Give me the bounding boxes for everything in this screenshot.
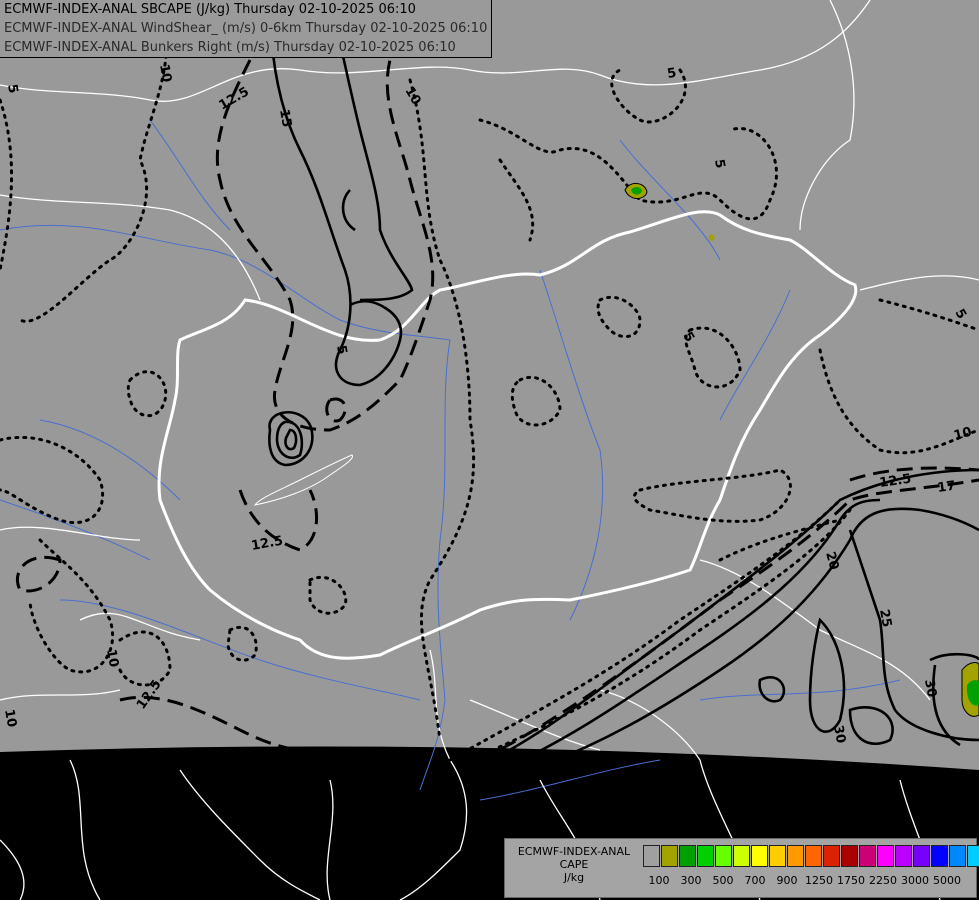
legend-tick-label: 3000 bbox=[901, 874, 929, 887]
legend-swatch bbox=[967, 845, 979, 867]
contour-label: 25 bbox=[876, 608, 894, 628]
cape-legend: ECMWF-INDEX-ANAL CAPE J/kg 100 300 500 700 9… bbox=[504, 838, 979, 898]
legend-ticks: 100 300 500 700 900 1250 1750 2250 3000 5000 bbox=[643, 874, 973, 888]
legend-swatch bbox=[913, 845, 930, 867]
legend-tick-label: 300 bbox=[680, 874, 702, 887]
title-line-cape: ECMWF-INDEX-ANAL SBCAPE (J/kg) Thursday … bbox=[4, 2, 416, 17]
title-line-bunkers: ECMWF-INDEX-ANAL Bunkers Right (m/s) Thu… bbox=[4, 40, 456, 55]
legend-swatch bbox=[787, 845, 804, 867]
legend-swatch bbox=[895, 845, 912, 867]
contour-label: 10 bbox=[1, 708, 19, 728]
title-block: ECMWF-INDEX-ANAL SBCAPE (J/kg) Thursday … bbox=[0, 0, 493, 58]
contour-label: 30 bbox=[830, 724, 848, 744]
legend-swatch bbox=[751, 845, 768, 867]
contour-label: 15 bbox=[276, 108, 294, 128]
legend-tick-label: 5000 bbox=[933, 874, 961, 887]
legend-tick-label: 2250 bbox=[869, 874, 897, 887]
contour-label: 10 bbox=[103, 648, 121, 668]
legend-tick-label: 1250 bbox=[805, 874, 833, 887]
legend-swatch bbox=[841, 845, 858, 867]
legend-tick-label: 700 bbox=[744, 874, 766, 887]
legend-swatch bbox=[949, 845, 966, 867]
legend-swatch bbox=[715, 845, 732, 867]
legend-label-line: J/kg bbox=[563, 871, 585, 884]
legend-tick-label: 500 bbox=[712, 874, 734, 887]
title-line-windshear: ECMWF-INDEX-ANAL WindShear_ (m/s) 0-6km … bbox=[4, 21, 488, 36]
legend-swatch bbox=[679, 845, 696, 867]
legend-swatch bbox=[805, 845, 822, 867]
legend-swatch bbox=[643, 845, 660, 867]
map-domain bbox=[0, 0, 979, 770]
weather-map: 12.5 15 10 5 5 5 5 5 10 12.5 17 20 25 30… bbox=[0, 0, 979, 900]
legend-swatch bbox=[859, 845, 876, 867]
legend-tick-label: 1750 bbox=[837, 874, 865, 887]
legend-swatch bbox=[769, 845, 786, 867]
contour-label: 30 bbox=[921, 678, 939, 698]
legend-label: ECMWF-INDEX-ANAL CAPE J/kg bbox=[509, 845, 639, 884]
legend-tick-label: 100 bbox=[648, 874, 670, 887]
legend-swatch bbox=[733, 845, 750, 867]
legend-swatches bbox=[643, 845, 979, 867]
legend-label-line: ECMWF-INDEX-ANAL bbox=[517, 845, 631, 858]
contour-label: 17 bbox=[936, 479, 956, 496]
legend-swatch bbox=[931, 845, 948, 867]
legend-tick-label: 900 bbox=[776, 874, 798, 887]
legend-label-line: CAPE bbox=[559, 858, 589, 871]
legend-swatch bbox=[877, 845, 894, 867]
legend-swatch bbox=[697, 845, 714, 867]
legend-swatch bbox=[823, 845, 840, 867]
legend-swatch bbox=[661, 845, 678, 867]
contour-label: 10 bbox=[156, 63, 174, 83]
